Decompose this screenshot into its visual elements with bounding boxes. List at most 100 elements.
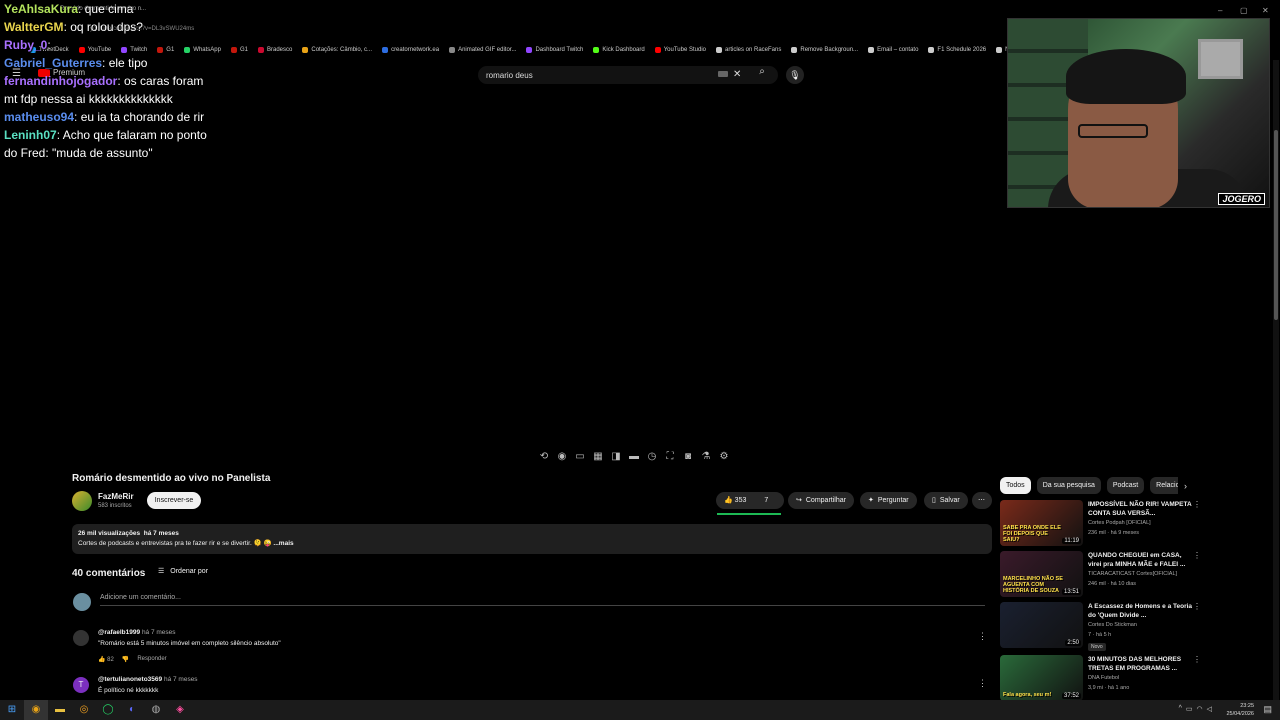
chat-username[interactable]: Leninh07 — [4, 128, 57, 142]
subscribe-button[interactable]: Inscrever-se — [147, 492, 201, 509]
bookmark-item[interactable]: Kick Dashboard — [593, 47, 645, 53]
app-icon[interactable]: ◎ — [72, 700, 96, 720]
bookmark-item[interactable]: Email – contato — [868, 47, 918, 53]
scrollbar-thumb[interactable] — [1274, 130, 1278, 320]
clear-search-icon[interactable]: ✕ — [733, 66, 741, 84]
dislike-button[interactable]: 7 — [764, 492, 768, 509]
rec-menu-icon[interactable]: ⋮ — [1193, 551, 1201, 560]
channel-name[interactable]: FazMeRir — [98, 492, 134, 501]
chat-username[interactable]: YeAhIsaKura — [4, 2, 78, 16]
bookmark-item[interactable]: Bradesco — [258, 47, 292, 53]
whatsapp-icon[interactable]: ◯ — [96, 700, 120, 720]
search-button[interactable]: ⌕ — [752, 66, 772, 84]
rec-menu-icon[interactable]: ⋮ — [1193, 655, 1201, 664]
bookmark-item[interactable]: articles on RaceFans — [716, 47, 781, 53]
speed-icon[interactable]: ◷ — [646, 451, 658, 462]
chat-message: Gabriel_Guterres: ele tipo — [4, 54, 214, 72]
chat-username[interactable]: WaltterGM — [4, 20, 64, 34]
comment-menu-icon[interactable]: ⋮ — [978, 678, 987, 689]
video-thumbnail[interactable]: SABE PRA ONDE ELE FOI DEPOIS QUE SAIU? 11… — [1000, 500, 1083, 546]
chat-separator: : — [117, 74, 124, 88]
pip-icon[interactable]: ◨ — [610, 451, 622, 462]
recommended-video[interactable]: MARCELINHO NÃO SE AGUENTA COM HISTÓRIA D… — [1000, 551, 1205, 597]
video-thumbnail[interactable]: 2:50 — [1000, 602, 1083, 648]
chat-separator: : — [102, 56, 109, 70]
save-button[interactable]: ▯ Salvar — [924, 492, 968, 509]
like-button[interactable]: 👍 353 — [724, 492, 746, 509]
chat-text: oq rolou dps? — [70, 20, 143, 34]
theater-icon[interactable]: ▬ — [628, 451, 640, 462]
bookmark-item[interactable]: Dashboard Twitch — [526, 47, 583, 53]
windows-start-icon[interactable]: ⊞ — [0, 700, 24, 720]
share-button[interactable]: ↪ Compartilhar — [788, 492, 854, 509]
app2-icon[interactable]: ◈ — [168, 700, 192, 720]
folder-icon[interactable]: ▬ — [48, 700, 72, 720]
minimize-icon[interactable]: – — [1218, 6, 1222, 15]
comment-username[interactable]: @tertulianoneto3569 — [98, 676, 162, 683]
chat-username[interactable]: matheuso94 — [4, 110, 74, 124]
bookmark-item[interactable]: Animated GIF editor... — [449, 47, 516, 53]
chat-username[interactable]: Ruby_0 — [4, 38, 47, 52]
video-thumbnail[interactable]: Fala agora, seu m! 37:52 — [1000, 655, 1083, 701]
share-label: Compartilhar — [805, 497, 846, 504]
recommended-video[interactable]: SABE PRA ONDE ELE FOI DEPOIS QUE SAIU? 11… — [1000, 500, 1205, 546]
filter-chip[interactable]: Todos — [1000, 477, 1031, 494]
chrome-icon[interactable]: ◉ — [24, 700, 48, 720]
bookmark-item[interactable]: F1 Schedule 2026 — [928, 47, 986, 53]
comment-avatar[interactable]: T — [73, 677, 89, 693]
my-avatar — [73, 593, 91, 611]
notifications-icon[interactable]: ▤ — [1263, 704, 1272, 715]
comment-author[interactable]: @rafaelb1999 há 7 meses — [98, 629, 176, 636]
recommended-video[interactable]: 2:50 A Escassez de Homens e a Teoria do '… — [1000, 602, 1205, 651]
keyboard-icon[interactable] — [718, 71, 728, 77]
comment-menu-icon[interactable]: ⋮ — [978, 631, 987, 642]
sort-comments-button[interactable]: ☰ Ordenar por — [158, 567, 208, 576]
rec-menu-icon[interactable]: ⋮ — [1193, 500, 1201, 509]
maximize-icon[interactable]: ▢ — [1240, 6, 1248, 15]
clock[interactable]: 23:25 25/04/2026 — [1226, 702, 1254, 718]
video-duration: 2:50 — [1065, 640, 1081, 646]
recommended-video[interactable]: Fala agora, seu m! 37:52 30 MINUTOS DAS ME… — [1000, 655, 1205, 701]
bookmark-favicon-icon — [654, 47, 661, 53]
reply-button[interactable]: Responder — [137, 656, 166, 663]
video-thumbnail[interactable]: MARCELINHO NÃO SE AGUENTA COM HISTÓRIA D… — [1000, 551, 1083, 597]
bookmark-item[interactable]: Remove Backgroun... — [791, 47, 858, 53]
comment-username[interactable]: @rafaelb1999 — [98, 629, 140, 636]
chevron-right-icon[interactable]: › — [1184, 481, 1187, 491]
description-box[interactable]: 26 mil visualizações há 7 meses Cortes d… — [72, 524, 992, 554]
add-comment-input[interactable]: Adicione um comentário... — [100, 594, 985, 606]
rec-menu-icon[interactable]: ⋮ — [1193, 602, 1201, 611]
comment-author[interactable]: @tertulianoneto3569 há 7 meses — [98, 676, 198, 683]
chat-username[interactable]: fernandinhojogador — [4, 74, 117, 88]
screen-share-icon[interactable]: ▭ — [574, 451, 586, 462]
discord-icon[interactable]: ◐ — [120, 700, 144, 720]
ask-button[interactable]: ✦ Perguntar — [860, 492, 917, 509]
comment-avatar[interactable] — [73, 630, 89, 646]
bookmark-item[interactable]: Cotações: Câmbio, c... — [302, 47, 372, 53]
close-window-icon[interactable]: ✕ — [1262, 6, 1269, 15]
voice-search-button[interactable]: 🎙 — [786, 66, 804, 84]
description-more-link[interactable]: ...mais — [273, 540, 293, 547]
comment-dislike-icon[interactable]: 👎 — [122, 656, 129, 663]
audio-icon[interactable]: ◉ — [556, 451, 568, 462]
lab-icon[interactable]: ⚗ — [700, 451, 712, 462]
obs-icon[interactable]: ◍ — [144, 700, 168, 720]
clip-icon[interactable]: ▦ — [592, 451, 604, 462]
camera-icon[interactable]: ◙ — [682, 451, 694, 462]
chat-message: matheuso94: eu ia ta chorando de rir — [4, 108, 214, 126]
more-actions-button[interactable]: ⋯ — [972, 492, 992, 509]
filter-chip[interactable]: Podcast — [1106, 477, 1145, 494]
settings-icon[interactable]: ⚙ — [718, 451, 730, 462]
channel-avatar[interactable] — [72, 491, 92, 511]
filter-chip[interactable]: Relacionados — [1150, 477, 1178, 494]
filter-chip[interactable]: Da sua pesquisa — [1036, 477, 1101, 494]
system-tray[interactable]: ^ ▭ ◠ ◁ — [1179, 705, 1212, 713]
chat-username[interactable]: Gabriel_Guterres — [4, 56, 102, 70]
loop-icon[interactable]: ⟲ — [538, 451, 550, 462]
bookmark-item[interactable]: G1 — [230, 47, 248, 53]
fullscreen-icon[interactable]: ⛶ — [664, 451, 676, 462]
chevron-up-icon[interactable]: ^ — [1179, 705, 1182, 713]
comment-like-button[interactable]: 👍 82 — [98, 656, 114, 663]
bookmark-item[interactable]: creatornetwork.ea — [382, 47, 439, 53]
bookmark-item[interactable]: YouTube Studio — [654, 47, 706, 53]
